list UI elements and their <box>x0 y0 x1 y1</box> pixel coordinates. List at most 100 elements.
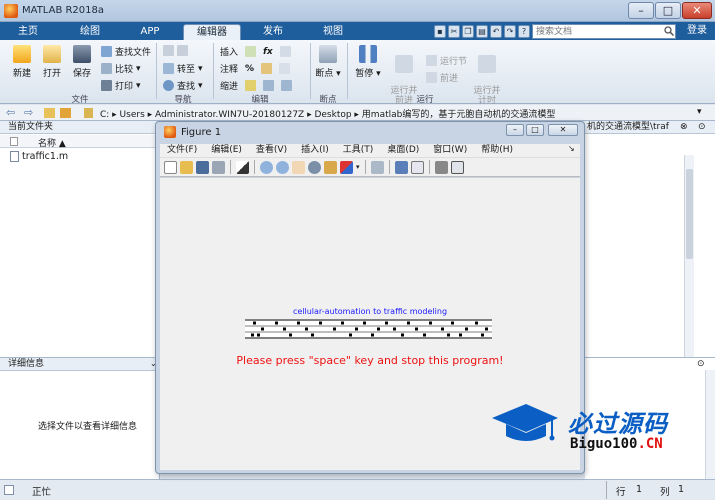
vehicle-cell <box>363 321 366 325</box>
hide-plot-tools-icon[interactable] <box>434 160 448 174</box>
new-figure-icon[interactable] <box>164 160 177 174</box>
search-input[interactable]: 搜索文档 <box>532 24 676 39</box>
goto-button[interactable]: 转至 ▾ <box>163 62 203 75</box>
figure-maximize-button[interactable]: □ <box>526 124 544 136</box>
login-button[interactable]: 登录 <box>680 23 714 39</box>
tab-publish[interactable]: 发布 <box>250 24 296 40</box>
breakpoints-button[interactable]: 断点 ▾ <box>314 45 342 79</box>
tab-home[interactable]: 主页 <box>8 24 48 40</box>
close-panel-icon[interactable]: ⊗ <box>680 122 688 132</box>
editor-panel: 机的交通流模型\traf ⊗ ⊙ <box>585 121 715 357</box>
print-figure-icon[interactable] <box>212 160 225 174</box>
pointer-icon[interactable] <box>236 160 249 174</box>
menu-window[interactable]: 窗口(W) <box>426 144 474 157</box>
vehicle-cell <box>355 327 358 331</box>
cut-icon[interactable]: ✂ <box>448 25 460 38</box>
print-button[interactable]: 打印 ▾ <box>101 79 141 92</box>
menubar-dock-icon[interactable]: ↘ <box>568 144 575 153</box>
data-cursor-icon[interactable] <box>324 160 337 174</box>
toolbar-separator <box>254 160 255 174</box>
pause-button[interactable]: 暂停 ▾ <box>354 45 382 79</box>
scrollbar-thumb[interactable] <box>686 169 693 259</box>
list-item[interactable]: traffic1.m <box>10 151 68 162</box>
figure-toolbar: ▾ <box>160 157 580 177</box>
name-column-header[interactable]: 名称 ▲ <box>38 136 66 149</box>
path-dropdown-icon[interactable]: ▾ <box>697 107 702 117</box>
indent-button[interactable]: 缩进 <box>220 79 293 92</box>
workspace-scrollbar[interactable] <box>705 370 715 480</box>
menu-insert[interactable]: 插入(I) <box>294 144 336 157</box>
forward-arrow-icon[interactable]: ⇨ <box>24 106 33 119</box>
save-figure-icon[interactable] <box>196 160 209 174</box>
window-titlebar: MATLAB R2018a – □ ✕ <box>0 0 715 22</box>
ribbon-separator <box>310 43 311 99</box>
pan-hand-icon[interactable] <box>292 160 305 174</box>
vehicle-cell <box>401 333 404 337</box>
toolbar-separator <box>388 160 390 174</box>
run-time-button[interactable]: 运行并 计时 <box>471 45 503 106</box>
maximize-button[interactable]: □ <box>655 2 681 19</box>
undo-icon[interactable]: ↶ <box>490 25 502 38</box>
open-button[interactable]: 打开 <box>40 45 64 79</box>
vehicle-cell <box>251 333 254 337</box>
uncomment-icon <box>279 63 291 74</box>
vehicle-cell <box>261 327 264 331</box>
folder-icon <box>84 108 93 118</box>
minimize-button[interactable]: – <box>628 2 654 19</box>
figure-minimize-button[interactable]: – <box>506 124 524 136</box>
copy-icon[interactable]: ❐ <box>462 25 474 38</box>
insert-button[interactable]: 插入 fx <box>220 45 291 58</box>
menu-view[interactable]: 查看(V) <box>249 144 294 157</box>
ribbon-separator <box>213 43 214 99</box>
tab-editor[interactable]: 编辑器 <box>183 24 241 40</box>
rotate-icon[interactable] <box>308 160 321 174</box>
show-plot-tools-icon[interactable] <box>450 160 464 174</box>
tab-plots[interactable]: 绘图 <box>68 24 112 40</box>
details-title: 详细信息 <box>0 358 159 371</box>
paste-icon[interactable]: ▤ <box>476 25 488 38</box>
zoom-out-icon[interactable] <box>276 160 289 174</box>
run-section-button[interactable]: 运行节 <box>426 54 467 67</box>
save-icon[interactable]: ▪ <box>434 25 446 38</box>
redo-icon[interactable]: ↷ <box>504 25 516 38</box>
panel-menu-icon[interactable]: ⊙ <box>698 122 706 132</box>
comment-button[interactable]: 注释% <box>220 62 291 75</box>
link-plot-icon[interactable] <box>370 160 384 174</box>
menu-desktop[interactable]: 桌面(D) <box>380 144 426 157</box>
colorbar-icon[interactable] <box>394 160 408 174</box>
legend-icon[interactable] <box>410 160 424 174</box>
new-button[interactable]: 新建 <box>10 45 34 79</box>
menu-tools[interactable]: 工具(T) <box>336 144 381 157</box>
close-button[interactable]: ✕ <box>682 2 712 19</box>
menu-help[interactable]: 帮助(H) <box>474 144 520 157</box>
vehicle-cell <box>393 327 396 331</box>
help-icon[interactable]: ? <box>518 25 530 38</box>
fx-icon[interactable]: fx <box>263 47 273 57</box>
back-arrow-icon[interactable]: ⇦ <box>6 106 15 119</box>
browse-folder-icon[interactable] <box>60 108 71 118</box>
percent-icon: % <box>245 63 255 74</box>
vehicle-cell <box>341 321 344 325</box>
advance-button[interactable]: 前进 <box>426 71 458 84</box>
tab-apps[interactable]: APP <box>128 24 172 40</box>
menu-file[interactable]: 文件(F) <box>160 144 204 157</box>
compare-button[interactable]: 比较 ▾ <box>101 62 141 75</box>
workspace-menu-icon[interactable]: ⊙ <box>697 359 705 369</box>
open-file-icon[interactable] <box>180 160 193 174</box>
menu-edit[interactable]: 编辑(E) <box>204 144 249 157</box>
vehicle-cell <box>407 321 410 325</box>
tab-view[interactable]: 视图 <box>310 24 356 40</box>
editor-scrollbar[interactable] <box>684 155 694 357</box>
search-icon[interactable] <box>664 26 674 36</box>
save-button[interactable]: 保存 <box>70 45 94 79</box>
up-folder-icon[interactable] <box>44 108 55 118</box>
brush-icon[interactable] <box>340 160 353 174</box>
magnifier-icon <box>163 80 174 91</box>
find-button[interactable]: 查找 ▾ <box>163 79 203 92</box>
row-number: 1 <box>636 484 643 495</box>
find-files-button[interactable]: 查找文件 <box>101 45 151 58</box>
brush-dropdown-icon[interactable]: ▾ <box>356 163 360 171</box>
folder-path[interactable]: C: ▸ Users ▸ Administrator.WIN7U-2018012… <box>100 107 555 120</box>
figure-close-button[interactable]: ✕ <box>548 124 578 136</box>
zoom-in-icon[interactable] <box>260 160 273 174</box>
